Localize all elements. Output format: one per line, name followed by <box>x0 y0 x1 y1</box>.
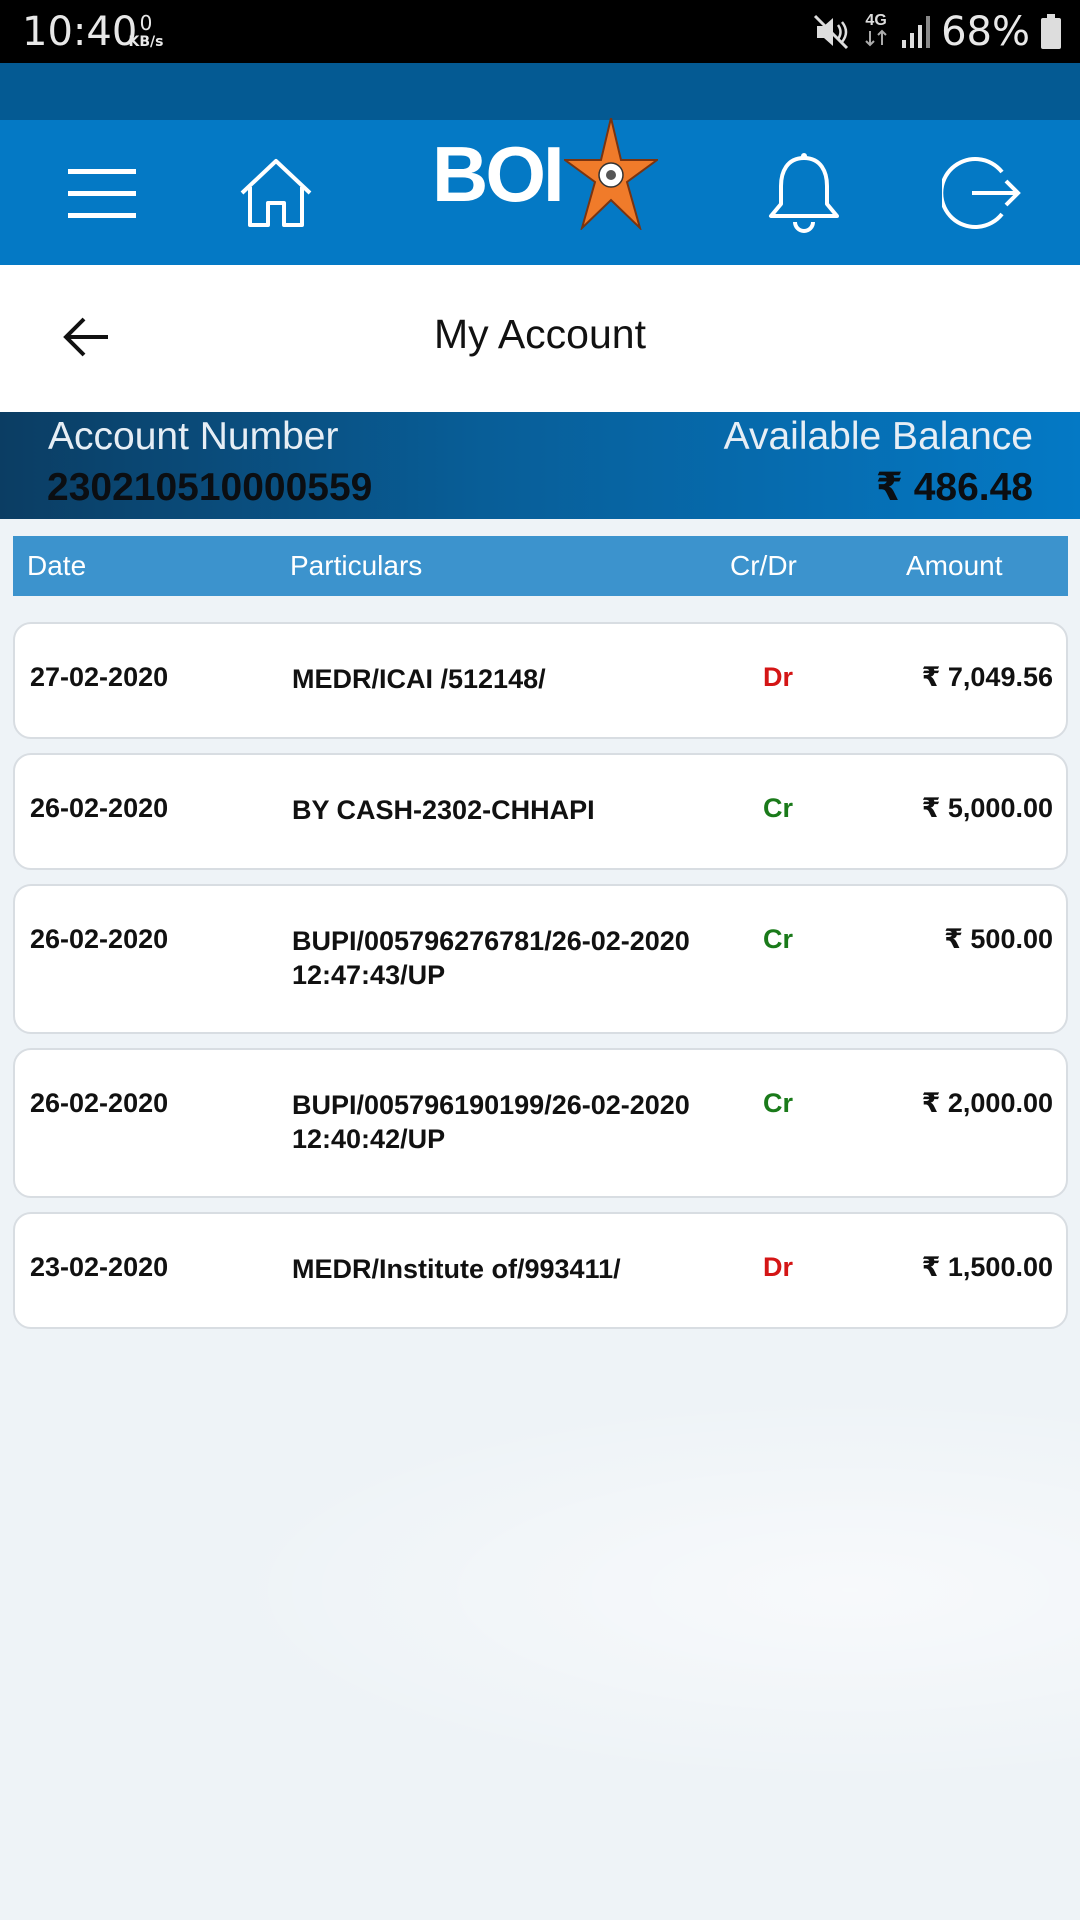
star-logo-icon <box>563 118 658 230</box>
table-row[interactable]: 23-02-2020 MEDR/Institute of/993411/ Dr … <box>13 1212 1068 1329</box>
row-date: 26-02-2020 <box>30 1088 169 1118</box>
row-date: 23-02-2020 <box>30 1252 169 1282</box>
table-row[interactable]: 26-02-2020 BY CASH-2302-CHHAPI Cr ₹ 5,00… <box>13 753 1068 870</box>
status-bar: 10:40 0 KB/s 4G 68% <box>0 0 1080 63</box>
transactions-list: 27-02-2020 MEDR/ICAI /512148/ Dr ₹ 7,049… <box>13 622 1068 1343</box>
table-row[interactable]: 26-02-2020 BUPI/005796190199/26-02-2020 … <box>13 1048 1068 1198</box>
menu-button[interactable] <box>62 120 142 265</box>
row-particulars: BUPI/005796276781/26-02-2020 12:47:43/UP <box>292 926 690 990</box>
transactions-table-header: Date Particulars Cr/Dr Amount <box>13 536 1068 596</box>
available-balance: ₹ 486.48 <box>875 466 1033 509</box>
row-particulars: MEDR/Institute of/993411/ <box>292 1254 621 1284</box>
notifications-button[interactable] <box>762 120 846 265</box>
network-speed: 0 KB/s <box>124 12 168 50</box>
account-number-label: Account Number <box>48 415 339 458</box>
column-header-amount: Amount <box>906 550 1003 581</box>
row-particulars: BUPI/005796190199/26-02-2020 12:40:42/UP <box>292 1090 690 1154</box>
menu-icon <box>68 168 136 218</box>
row-amount: ₹ 500.00 <box>944 924 1053 954</box>
battery-percent: 68% <box>941 9 1030 55</box>
row-cr-dr: Dr <box>763 662 794 692</box>
home-button[interactable] <box>236 120 316 265</box>
page-title: My Account <box>434 311 646 357</box>
row-cr-dr: Cr <box>763 793 794 823</box>
row-amount: ₹ 5,000.00 <box>921 793 1053 823</box>
bell-icon <box>769 152 839 233</box>
row-date: 26-02-2020 <box>30 924 169 954</box>
row-cr-dr: Cr <box>763 924 794 954</box>
mute-icon <box>814 14 849 50</box>
column-header-particulars: Particulars <box>290 550 423 581</box>
column-header-date: Date <box>27 550 87 581</box>
status-icons: 4G 68% <box>811 10 1062 54</box>
logo-text: BOI <box>432 130 565 218</box>
battery-icon <box>1041 14 1061 49</box>
network-speed-value: 0 <box>139 11 153 35</box>
network-type-icon: 4G <box>861 11 891 52</box>
network-type: 4G <box>865 11 887 29</box>
signal-icon <box>902 16 931 48</box>
background-decoration <box>0 1330 1080 1920</box>
row-amount: ₹ 2,000.00 <box>921 1088 1053 1118</box>
home-icon <box>240 158 312 227</box>
row-cr-dr: Cr <box>763 1088 794 1118</box>
account-summary: Account Number 230210510000559 Available… <box>0 412 1080 519</box>
row-amount: ₹ 7,049.56 <box>921 662 1053 692</box>
row-date: 27-02-2020 <box>30 662 169 692</box>
title-bar: My Account <box>0 265 1080 412</box>
boi-logo: BOI <box>432 118 658 230</box>
row-particulars: MEDR/ICAI /512148/ <box>292 664 546 694</box>
header-top-band <box>0 63 1080 120</box>
row-particulars: BY CASH-2302-CHHAPI <box>292 795 595 825</box>
available-balance-label: Available Balance <box>723 415 1033 458</box>
logout-icon <box>942 156 1021 229</box>
network-speed-unit: KB/s <box>128 34 164 50</box>
column-header-cr-dr: Cr/Dr <box>730 550 797 581</box>
row-date: 26-02-2020 <box>30 793 169 823</box>
status-time: 10:40 <box>22 9 138 55</box>
row-cr-dr: Dr <box>763 1252 794 1282</box>
logout-button[interactable] <box>940 120 1024 265</box>
account-number: 230210510000559 <box>47 466 373 509</box>
table-row[interactable]: 27-02-2020 MEDR/ICAI /512148/ Dr ₹ 7,049… <box>13 622 1068 739</box>
table-row[interactable]: 26-02-2020 BUPI/005796276781/26-02-2020 … <box>13 884 1068 1034</box>
row-amount: ₹ 1,500.00 <box>921 1252 1053 1282</box>
